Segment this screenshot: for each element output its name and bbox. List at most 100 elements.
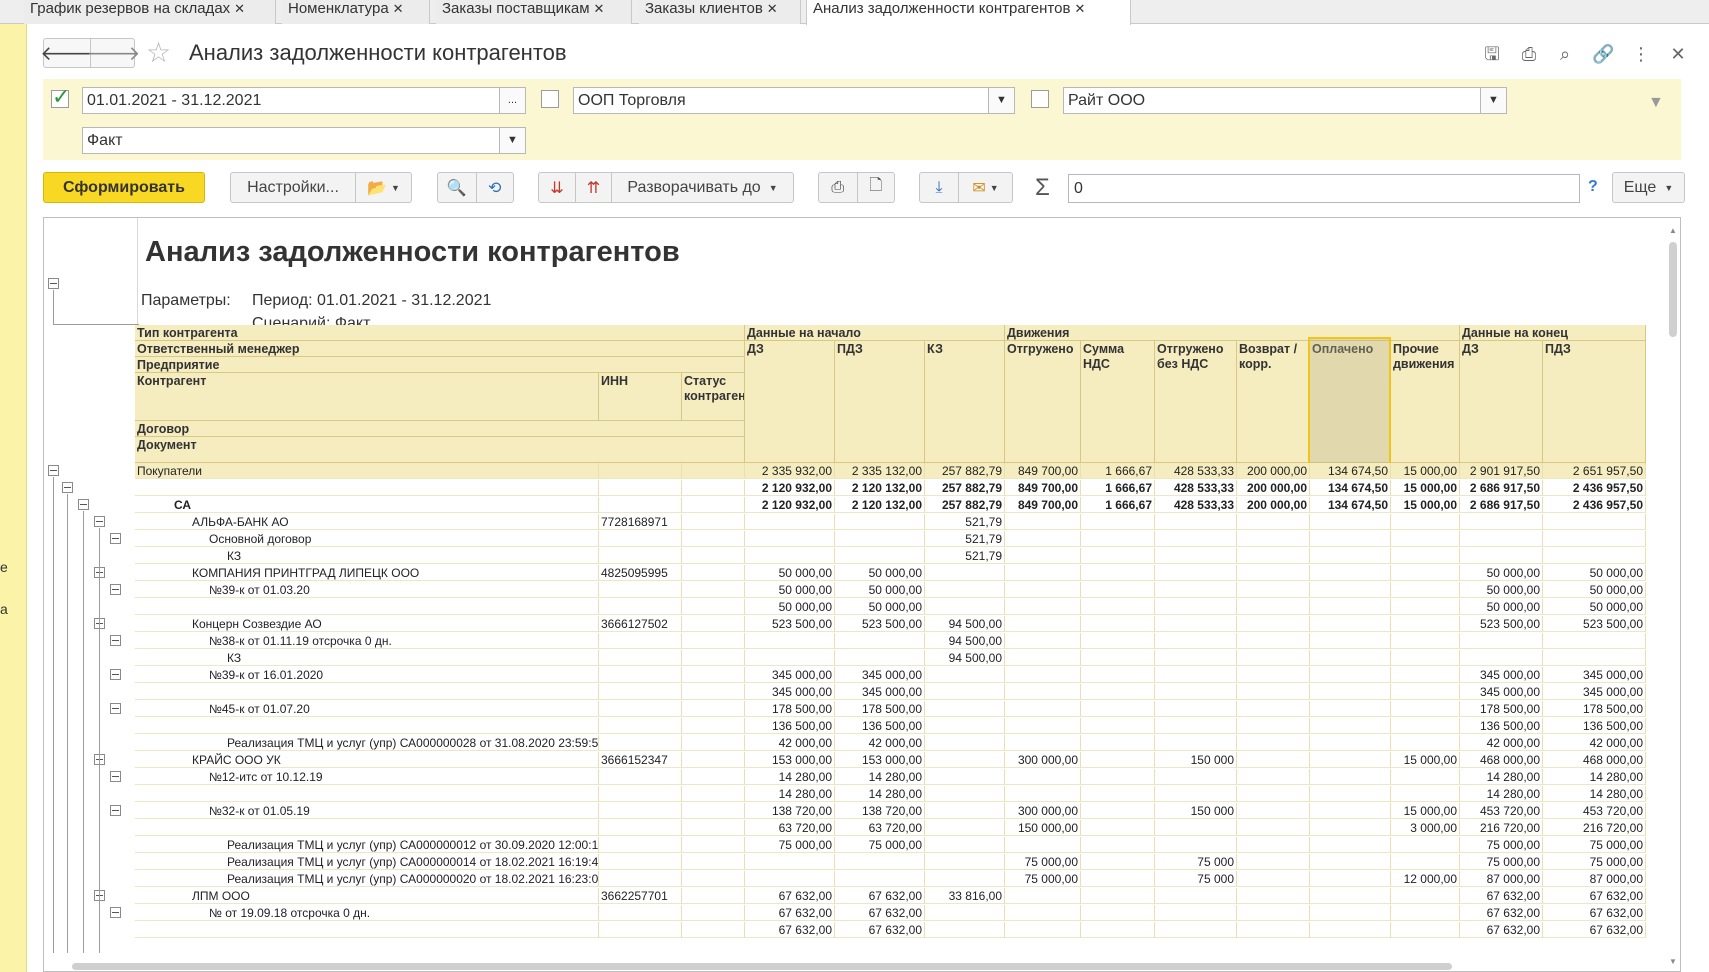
row-value: 200 000,00 (1237, 497, 1310, 513)
row-value (1391, 565, 1460, 581)
collapse-icon[interactable] (110, 533, 121, 544)
print-preview-icon[interactable]: 🗋 (856, 173, 895, 202)
collapse-icon[interactable] (62, 482, 73, 493)
scroll-up-icon[interactable]: ▲ (1668, 226, 1678, 235)
organization-field[interactable]: ООП Торговля ▼ (573, 87, 1015, 114)
filter-icon[interactable]: ▼ (1648, 94, 1664, 112)
horizontal-scrollbar[interactable] (72, 963, 1632, 971)
tab-label: Заказы поставщикам (442, 0, 590, 17)
scroll-thumb[interactable] (1669, 242, 1677, 337)
row-value: 2 686 917,50 (1460, 480, 1543, 496)
save-icon[interactable]: 🖫 (1481, 43, 1503, 65)
row-value (1391, 548, 1460, 564)
vertical-scrollbar[interactable]: ▲ ▼ (1668, 226, 1678, 966)
row-value (1310, 735, 1391, 751)
expand-to-button[interactable]: Разворачивать до ▼ (611, 173, 793, 202)
row-value: 33 816,00 (925, 888, 1005, 904)
organization-checkbox[interactable] (541, 90, 559, 108)
variant-button[interactable]: 📂 ▼ (355, 173, 411, 202)
scenario-field[interactable]: Факт ▼ (82, 127, 526, 154)
row-value (1310, 650, 1391, 666)
collapse-icon[interactable] (94, 516, 105, 527)
download-icon[interactable]: ⤓ (920, 179, 958, 197)
mail-button[interactable]: ✉ ▼ (958, 173, 1012, 202)
link-icon[interactable]: 🔗 (1592, 43, 1614, 65)
close-icon[interactable]: ✕ (1074, 1, 1085, 16)
row-value (1391, 684, 1460, 700)
row-value: 50 000,00 (1543, 565, 1646, 581)
period-checkbox[interactable] (51, 84, 70, 110)
more-vertical-icon[interactable]: ⋮ (1630, 43, 1652, 65)
row-value: 2 901 917,50 (1460, 463, 1543, 479)
row-value (745, 548, 835, 564)
counterparty-field[interactable]: Райт ООО ▼ (1063, 87, 1507, 114)
preview-icon[interactable]: ⌕ (1554, 43, 1576, 65)
row-value (1081, 565, 1155, 581)
more-button[interactable]: Еще ▼ (1612, 172, 1685, 203)
close-form-icon[interactable]: ✕ (1667, 43, 1689, 65)
period-select-button[interactable]: ... (499, 88, 525, 113)
row-value: 138 720,00 (745, 803, 835, 819)
print-icon[interactable]: ⎙ (819, 179, 857, 197)
close-icon[interactable]: ✕ (767, 1, 778, 16)
row-value: 1 666,67 (1081, 480, 1155, 496)
period-field[interactable]: 01.01.2021 - 31.12.2021 ... (82, 87, 526, 114)
tab-debt-analysis[interactable]: Анализ задолженности контрагентов ✕ (806, 0, 1131, 25)
chevron-down-icon: ▼ (391, 182, 400, 193)
close-icon[interactable]: ✕ (393, 1, 404, 16)
collapse-icon[interactable] (48, 278, 59, 289)
collapse-icon[interactable] (110, 771, 121, 782)
column-header: Отгружено (1005, 341, 1081, 463)
row-value (1005, 616, 1081, 632)
row-value: 138 720,00 (835, 803, 925, 819)
back-button[interactable]: 🡐 (40, 39, 94, 67)
report-area[interactable]: Анализ задолженности контрагентов Параме… (43, 217, 1681, 972)
row-value (1391, 905, 1460, 921)
row-value: 75 000,00 (1460, 837, 1543, 853)
scroll-down-icon[interactable]: ▼ (1668, 957, 1678, 966)
print-icon[interactable]: ⎙ (1518, 43, 1540, 65)
folder-icon: 📂 (367, 179, 387, 197)
scroll-thumb[interactable] (72, 963, 1452, 970)
search-icon[interactable]: 🔍 (438, 178, 476, 198)
tab-client-orders[interactable]: Заказы клиентов ✕ (639, 0, 801, 24)
row-value (1391, 718, 1460, 734)
counterparty-checkbox[interactable] (1031, 90, 1049, 108)
row-value: 2 686 917,50 (1460, 497, 1543, 513)
row-value (1391, 837, 1460, 853)
row-value: 523 500,00 (1460, 616, 1543, 632)
collapse-icon[interactable] (110, 635, 121, 646)
tab-stock-reserves[interactable]: График резервов на складах ✕ (24, 0, 276, 24)
collapse-icon[interactable] (110, 584, 121, 595)
row-value: 345 000,00 (745, 684, 835, 700)
tab-nomenclature[interactable]: Номенклатура ✕ (282, 0, 430, 24)
collapse-icon[interactable] (110, 669, 121, 680)
close-icon[interactable]: ✕ (594, 1, 605, 16)
row-status (682, 599, 745, 615)
collapse-icon[interactable] (110, 907, 121, 918)
favorite-star-icon[interactable]: ☆ (146, 36, 171, 69)
collapse-icon[interactable] (110, 703, 121, 714)
settings-button[interactable]: Настройки... (231, 179, 355, 197)
search-refresh-icon[interactable]: ⟲ (475, 173, 514, 202)
tab-supplier-orders[interactable]: Заказы поставщикам ✕ (436, 0, 632, 24)
forward-button[interactable]: 🡒 (87, 39, 140, 67)
row-value: 50 000,00 (1543, 599, 1646, 615)
row-status (682, 582, 745, 598)
help-icon[interactable]: ? (1588, 178, 1598, 196)
row-value: 42 000,00 (1460, 735, 1543, 751)
chevron-down-icon[interactable]: ▼ (1480, 88, 1506, 113)
row-inn (599, 769, 682, 785)
collapse-icon[interactable] (78, 499, 89, 510)
collapse-icon[interactable] (110, 805, 121, 816)
tab-label: Анализ задолженности контрагентов (813, 0, 1071, 17)
sort-asc-icon[interactable]: ⇈ (575, 173, 611, 202)
close-icon[interactable]: ✕ (234, 1, 245, 16)
generate-button[interactable]: Сформировать (43, 172, 205, 203)
chevron-down-icon[interactable]: ▼ (988, 88, 1014, 113)
sort-desc-icon[interactable]: ⇊ (539, 178, 575, 198)
sum-field[interactable]: 0 (1068, 174, 1580, 203)
collapse-icon[interactable] (48, 465, 59, 476)
chevron-down-icon[interactable]: ▼ (499, 128, 525, 153)
selected-cell (1308, 337, 1391, 465)
